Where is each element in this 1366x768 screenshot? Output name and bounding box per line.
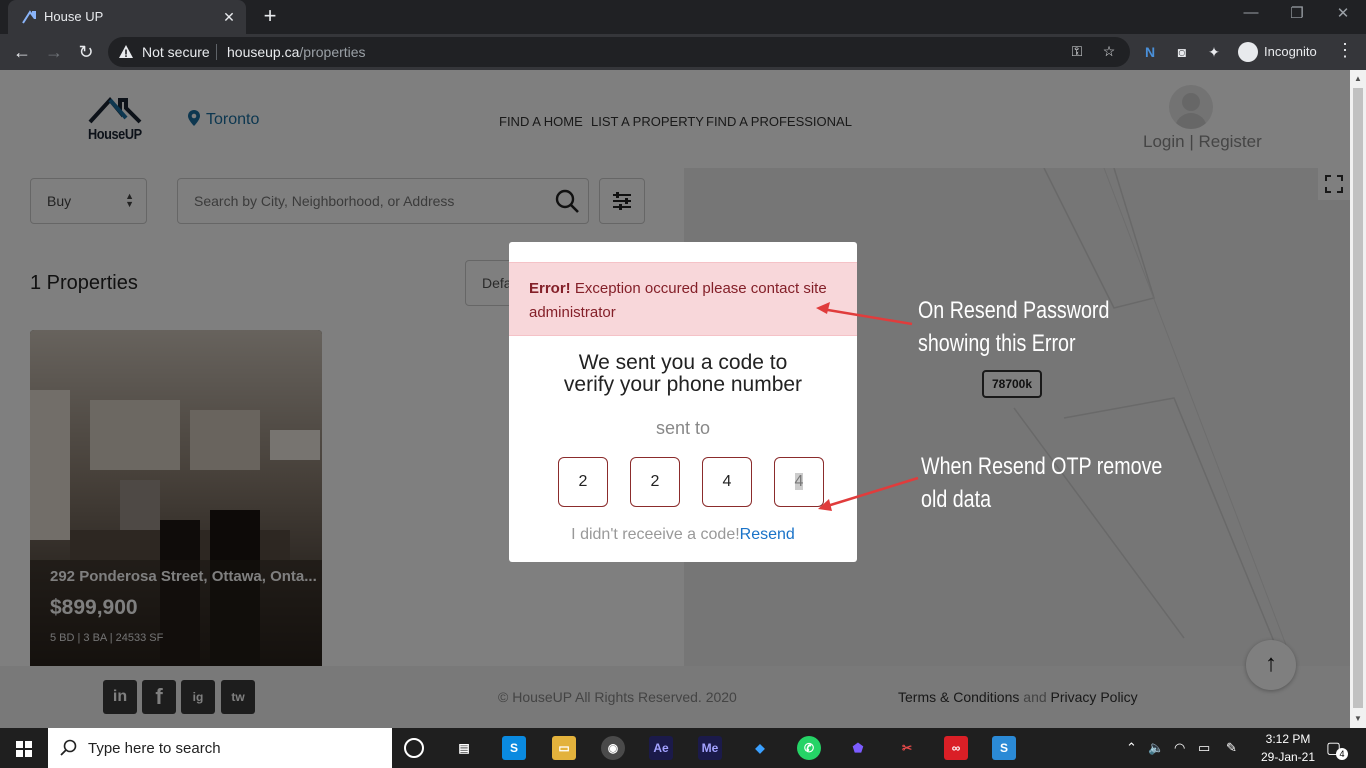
pentagon-app-icon[interactable]: ⬟ (846, 736, 870, 760)
after-effects-icon[interactable]: Ae (649, 736, 673, 760)
browser-tabbar: House UP ✕ + — ❐ ✕ (0, 0, 1366, 34)
wifi-icon[interactable]: ◠ (1174, 740, 1185, 756)
cortana-icon[interactable] (404, 738, 424, 758)
annotation-arrows (816, 302, 919, 511)
scroll-down-icon[interactable]: ▼ (1354, 714, 1362, 723)
skype-icon[interactable]: S (502, 736, 526, 760)
windows-start-icon[interactable] (0, 728, 48, 768)
key-icon[interactable]: ⚿ (1068, 43, 1086, 60)
browser-toolbar: ← → ↻ Not secure houseup.ca/properties ⚿… (0, 34, 1366, 70)
not-secure-label[interactable]: Not secure (142, 44, 210, 60)
taskbar-search-box[interactable]: Type here to search (48, 728, 392, 768)
annotation-resend-error: On Resend Password showing this Error (918, 294, 1109, 360)
annotation-bottom-line2: old data (921, 486, 992, 513)
browser-menu-icon[interactable]: ⋮ (1336, 40, 1354, 61)
scroll-thumb[interactable] (1353, 88, 1363, 708)
annotation-top-line2: showing this Error (918, 330, 1076, 357)
scroll-up-icon[interactable]: ▲ (1354, 74, 1362, 83)
bookmark-star-icon[interactable]: ☆ (1100, 43, 1118, 60)
file-explorer-icon[interactable]: ▭ (552, 736, 576, 760)
media-encoder-icon[interactable]: Me (698, 736, 722, 760)
web-page: HouseUP Toronto FIND A HOME LIST A PROPE… (0, 70, 1350, 728)
volume-icon[interactable]: 🔈 (1148, 740, 1164, 756)
s-app-icon[interactable]: S (992, 736, 1016, 760)
url-text[interactable]: houseup.ca/properties (227, 44, 366, 60)
notification-count: 4 (1336, 748, 1348, 760)
extensions-puzzle-icon[interactable]: ✦ (1204, 42, 1224, 62)
page-scrollbar[interactable]: ▲ ▼ (1350, 70, 1366, 728)
incognito-label: Incognito (1264, 44, 1317, 59)
reload-icon[interactable]: ↻ (74, 40, 98, 64)
browser-tab[interactable]: House UP ✕ (8, 0, 246, 34)
window-close-icon[interactable]: ✕ (1328, 4, 1358, 22)
minimize-icon[interactable]: — (1236, 4, 1266, 21)
houseup-favicon-icon (22, 10, 36, 24)
windows-taskbar: Type here to search ▤ S ▭ ◉ Ae Me ◆ ✆ ⬟ … (0, 728, 1366, 768)
forward-icon[interactable]: → (42, 40, 66, 64)
taskbar-search-icon (60, 739, 77, 756)
new-tab-icon[interactable]: + (258, 4, 282, 28)
taskbar-search-placeholder: Type here to search (88, 740, 221, 757)
battery-icon[interactable]: ▭ (1198, 740, 1210, 756)
address-bar[interactable]: Not secure houseup.ca/properties ⚿ ☆ (108, 37, 1130, 67)
tab-close-icon[interactable]: ✕ (220, 8, 238, 26)
camera-extension-icon[interactable]: ◙ (1172, 42, 1192, 62)
app-icon[interactable]: ◆ (748, 736, 772, 760)
back-icon[interactable]: ← (10, 40, 34, 64)
annotation-bottom-line1: When Resend OTP remove (921, 453, 1163, 480)
warning-icon (119, 45, 133, 58)
restore-icon[interactable]: ❐ (1282, 4, 1312, 22)
task-view-icon[interactable]: ▤ (452, 736, 476, 760)
omnibox-divider (216, 44, 217, 60)
creative-cloud-icon[interactable]: ∞ (944, 736, 968, 760)
clock-time[interactable]: 3:12 PM (1252, 732, 1324, 746)
url-path: /properties (299, 44, 366, 60)
chrome-icon[interactable]: ◉ (601, 736, 625, 760)
clock-date[interactable]: 29-Jan-21 (1252, 750, 1324, 764)
incognito-icon (1238, 42, 1258, 62)
tray-chevron-icon[interactable]: ⌃ (1126, 740, 1137, 756)
annotation-top-line1: On Resend Password (918, 297, 1110, 324)
extension-n-icon[interactable]: N (1140, 42, 1160, 62)
annotation-remove-old-data: When Resend OTP remove old data (921, 450, 1162, 516)
snipping-tool-icon[interactable]: ✂ (895, 736, 919, 760)
incognito-badge[interactable]: Incognito (1234, 39, 1325, 65)
tab-title: House UP (44, 9, 104, 24)
url-domain: houseup.ca (227, 44, 300, 60)
whatsapp-icon[interactable]: ✆ (797, 736, 821, 760)
pen-icon[interactable]: ✎ (1226, 740, 1237, 756)
